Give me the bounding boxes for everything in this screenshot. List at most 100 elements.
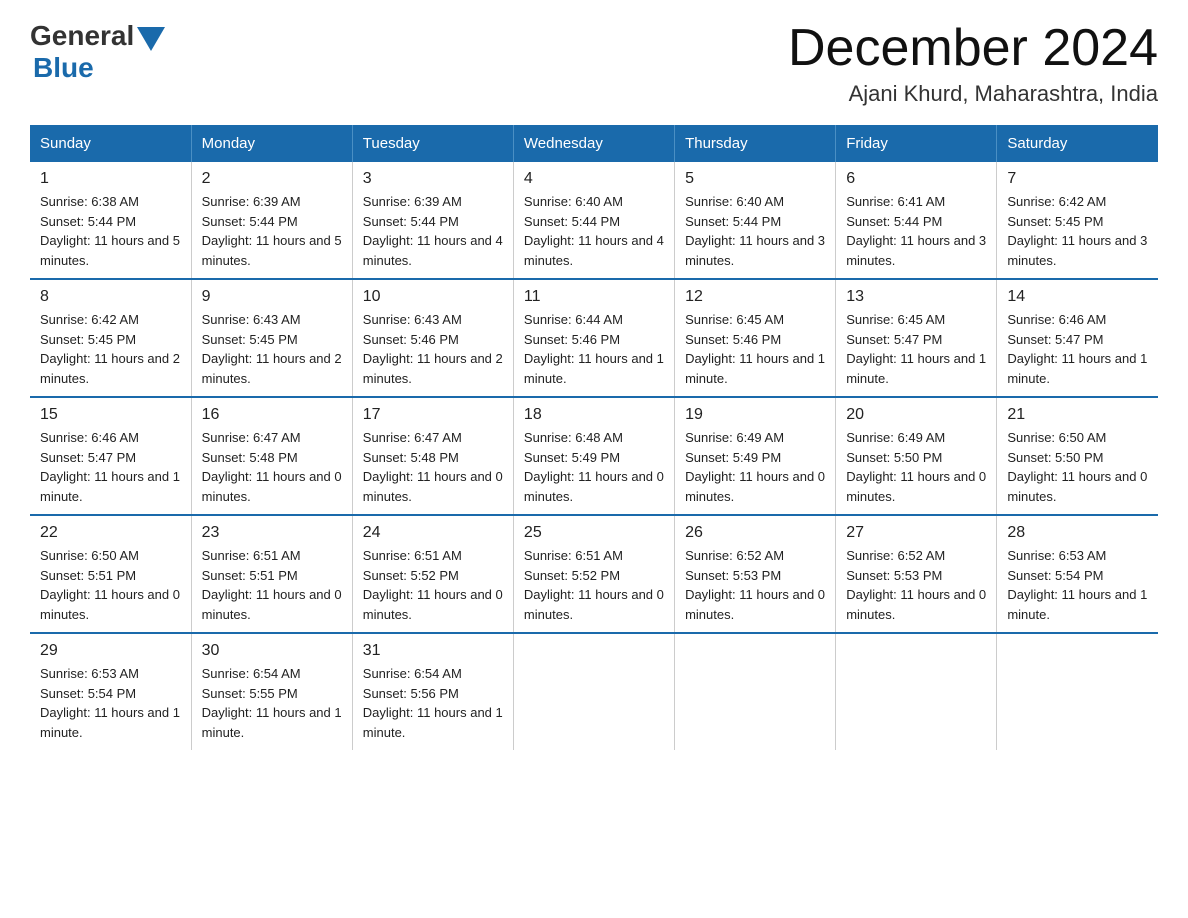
calendar-week-row: 8 Sunrise: 6:42 AMSunset: 5:45 PMDayligh… (30, 279, 1158, 397)
calendar-cell (836, 633, 997, 750)
calendar-cell: 17 Sunrise: 6:47 AMSunset: 5:48 PMDaylig… (352, 397, 513, 515)
day-info: Sunrise: 6:54 AMSunset: 5:55 PMDaylight:… (202, 664, 342, 742)
column-header-monday: Monday (191, 125, 352, 162)
day-info: Sunrise: 6:49 AMSunset: 5:50 PMDaylight:… (846, 428, 986, 506)
calendar-week-row: 29 Sunrise: 6:53 AMSunset: 5:54 PMDaylig… (30, 633, 1158, 750)
day-info: Sunrise: 6:42 AMSunset: 5:45 PMDaylight:… (40, 310, 181, 388)
day-number: 2 (202, 170, 342, 188)
calendar-cell: 24 Sunrise: 6:51 AMSunset: 5:52 PMDaylig… (352, 515, 513, 633)
location-title: Ajani Khurd, Maharashtra, India (788, 81, 1158, 107)
day-number: 19 (685, 406, 825, 424)
day-number: 27 (846, 524, 986, 542)
day-info: Sunrise: 6:43 AMSunset: 5:45 PMDaylight:… (202, 310, 342, 388)
day-number: 30 (202, 642, 342, 660)
column-header-wednesday: Wednesday (513, 125, 674, 162)
calendar-cell: 16 Sunrise: 6:47 AMSunset: 5:48 PMDaylig… (191, 397, 352, 515)
calendar-cell: 31 Sunrise: 6:54 AMSunset: 5:56 PMDaylig… (352, 633, 513, 750)
logo-general-text: General (30, 20, 134, 52)
calendar-cell: 19 Sunrise: 6:49 AMSunset: 5:49 PMDaylig… (675, 397, 836, 515)
day-info: Sunrise: 6:45 AMSunset: 5:47 PMDaylight:… (846, 310, 986, 388)
day-info: Sunrise: 6:53 AMSunset: 5:54 PMDaylight:… (40, 664, 181, 742)
day-number: 25 (524, 524, 664, 542)
day-info: Sunrise: 6:38 AMSunset: 5:44 PMDaylight:… (40, 192, 181, 270)
day-info: Sunrise: 6:49 AMSunset: 5:49 PMDaylight:… (685, 428, 825, 506)
logo: General Blue (30, 20, 165, 84)
calendar-cell: 15 Sunrise: 6:46 AMSunset: 5:47 PMDaylig… (30, 397, 191, 515)
calendar-cell: 21 Sunrise: 6:50 AMSunset: 5:50 PMDaylig… (997, 397, 1158, 515)
column-header-friday: Friday (836, 125, 997, 162)
calendar-cell: 18 Sunrise: 6:48 AMSunset: 5:49 PMDaylig… (513, 397, 674, 515)
calendar-cell: 8 Sunrise: 6:42 AMSunset: 5:45 PMDayligh… (30, 279, 191, 397)
month-title: December 2024 (788, 20, 1158, 77)
calendar-table: SundayMondayTuesdayWednesdayThursdayFrid… (30, 125, 1158, 750)
day-info: Sunrise: 6:47 AMSunset: 5:48 PMDaylight:… (363, 428, 503, 506)
calendar-cell: 11 Sunrise: 6:44 AMSunset: 5:46 PMDaylig… (513, 279, 674, 397)
day-info: Sunrise: 6:52 AMSunset: 5:53 PMDaylight:… (846, 546, 986, 624)
calendar-cell: 6 Sunrise: 6:41 AMSunset: 5:44 PMDayligh… (836, 162, 997, 279)
column-header-tuesday: Tuesday (352, 125, 513, 162)
day-info: Sunrise: 6:51 AMSunset: 5:52 PMDaylight:… (524, 546, 664, 624)
day-number: 8 (40, 288, 181, 306)
calendar-cell: 14 Sunrise: 6:46 AMSunset: 5:47 PMDaylig… (997, 279, 1158, 397)
calendar-cell: 25 Sunrise: 6:51 AMSunset: 5:52 PMDaylig… (513, 515, 674, 633)
column-header-sunday: Sunday (30, 125, 191, 162)
day-number: 29 (40, 642, 181, 660)
calendar-cell: 28 Sunrise: 6:53 AMSunset: 5:54 PMDaylig… (997, 515, 1158, 633)
day-number: 22 (40, 524, 181, 542)
logo-blue-text: Blue (33, 52, 94, 84)
day-info: Sunrise: 6:45 AMSunset: 5:46 PMDaylight:… (685, 310, 825, 388)
day-info: Sunrise: 6:50 AMSunset: 5:51 PMDaylight:… (40, 546, 181, 624)
calendar-cell: 5 Sunrise: 6:40 AMSunset: 5:44 PMDayligh… (675, 162, 836, 279)
calendar-cell: 10 Sunrise: 6:43 AMSunset: 5:46 PMDaylig… (352, 279, 513, 397)
day-number: 18 (524, 406, 664, 424)
day-info: Sunrise: 6:40 AMSunset: 5:44 PMDaylight:… (524, 192, 664, 270)
calendar-cell: 26 Sunrise: 6:52 AMSunset: 5:53 PMDaylig… (675, 515, 836, 633)
logo-triangle-icon (137, 27, 165, 51)
day-number: 4 (524, 170, 664, 188)
day-number: 9 (202, 288, 342, 306)
day-info: Sunrise: 6:46 AMSunset: 5:47 PMDaylight:… (1007, 310, 1148, 388)
calendar-cell (513, 633, 674, 750)
day-number: 28 (1007, 524, 1148, 542)
day-number: 14 (1007, 288, 1148, 306)
calendar-cell: 3 Sunrise: 6:39 AMSunset: 5:44 PMDayligh… (352, 162, 513, 279)
day-info: Sunrise: 6:54 AMSunset: 5:56 PMDaylight:… (363, 664, 503, 742)
day-number: 24 (363, 524, 503, 542)
calendar-cell: 12 Sunrise: 6:45 AMSunset: 5:46 PMDaylig… (675, 279, 836, 397)
day-number: 15 (40, 406, 181, 424)
calendar-cell (997, 633, 1158, 750)
calendar-cell: 1 Sunrise: 6:38 AMSunset: 5:44 PMDayligh… (30, 162, 191, 279)
calendar-cell: 4 Sunrise: 6:40 AMSunset: 5:44 PMDayligh… (513, 162, 674, 279)
day-info: Sunrise: 6:48 AMSunset: 5:49 PMDaylight:… (524, 428, 664, 506)
calendar-cell: 7 Sunrise: 6:42 AMSunset: 5:45 PMDayligh… (997, 162, 1158, 279)
day-info: Sunrise: 6:51 AMSunset: 5:51 PMDaylight:… (202, 546, 342, 624)
calendar-cell: 22 Sunrise: 6:50 AMSunset: 5:51 PMDaylig… (30, 515, 191, 633)
day-number: 16 (202, 406, 342, 424)
calendar-cell: 13 Sunrise: 6:45 AMSunset: 5:47 PMDaylig… (836, 279, 997, 397)
day-info: Sunrise: 6:44 AMSunset: 5:46 PMDaylight:… (524, 310, 664, 388)
day-number: 5 (685, 170, 825, 188)
day-number: 12 (685, 288, 825, 306)
day-info: Sunrise: 6:50 AMSunset: 5:50 PMDaylight:… (1007, 428, 1148, 506)
day-number: 17 (363, 406, 503, 424)
day-info: Sunrise: 6:42 AMSunset: 5:45 PMDaylight:… (1007, 192, 1148, 270)
calendar-cell: 23 Sunrise: 6:51 AMSunset: 5:51 PMDaylig… (191, 515, 352, 633)
day-info: Sunrise: 6:40 AMSunset: 5:44 PMDaylight:… (685, 192, 825, 270)
day-number: 20 (846, 406, 986, 424)
calendar-cell (675, 633, 836, 750)
day-number: 7 (1007, 170, 1148, 188)
calendar-cell: 29 Sunrise: 6:53 AMSunset: 5:54 PMDaylig… (30, 633, 191, 750)
day-info: Sunrise: 6:47 AMSunset: 5:48 PMDaylight:… (202, 428, 342, 506)
day-number: 26 (685, 524, 825, 542)
day-info: Sunrise: 6:43 AMSunset: 5:46 PMDaylight:… (363, 310, 503, 388)
day-number: 10 (363, 288, 503, 306)
day-number: 21 (1007, 406, 1148, 424)
day-number: 1 (40, 170, 181, 188)
calendar-cell: 27 Sunrise: 6:52 AMSunset: 5:53 PMDaylig… (836, 515, 997, 633)
day-number: 6 (846, 170, 986, 188)
calendar-cell: 20 Sunrise: 6:49 AMSunset: 5:50 PMDaylig… (836, 397, 997, 515)
title-block: December 2024 Ajani Khurd, Maharashtra, … (788, 20, 1158, 107)
calendar-week-row: 1 Sunrise: 6:38 AMSunset: 5:44 PMDayligh… (30, 162, 1158, 279)
calendar-cell: 30 Sunrise: 6:54 AMSunset: 5:55 PMDaylig… (191, 633, 352, 750)
day-number: 11 (524, 288, 664, 306)
